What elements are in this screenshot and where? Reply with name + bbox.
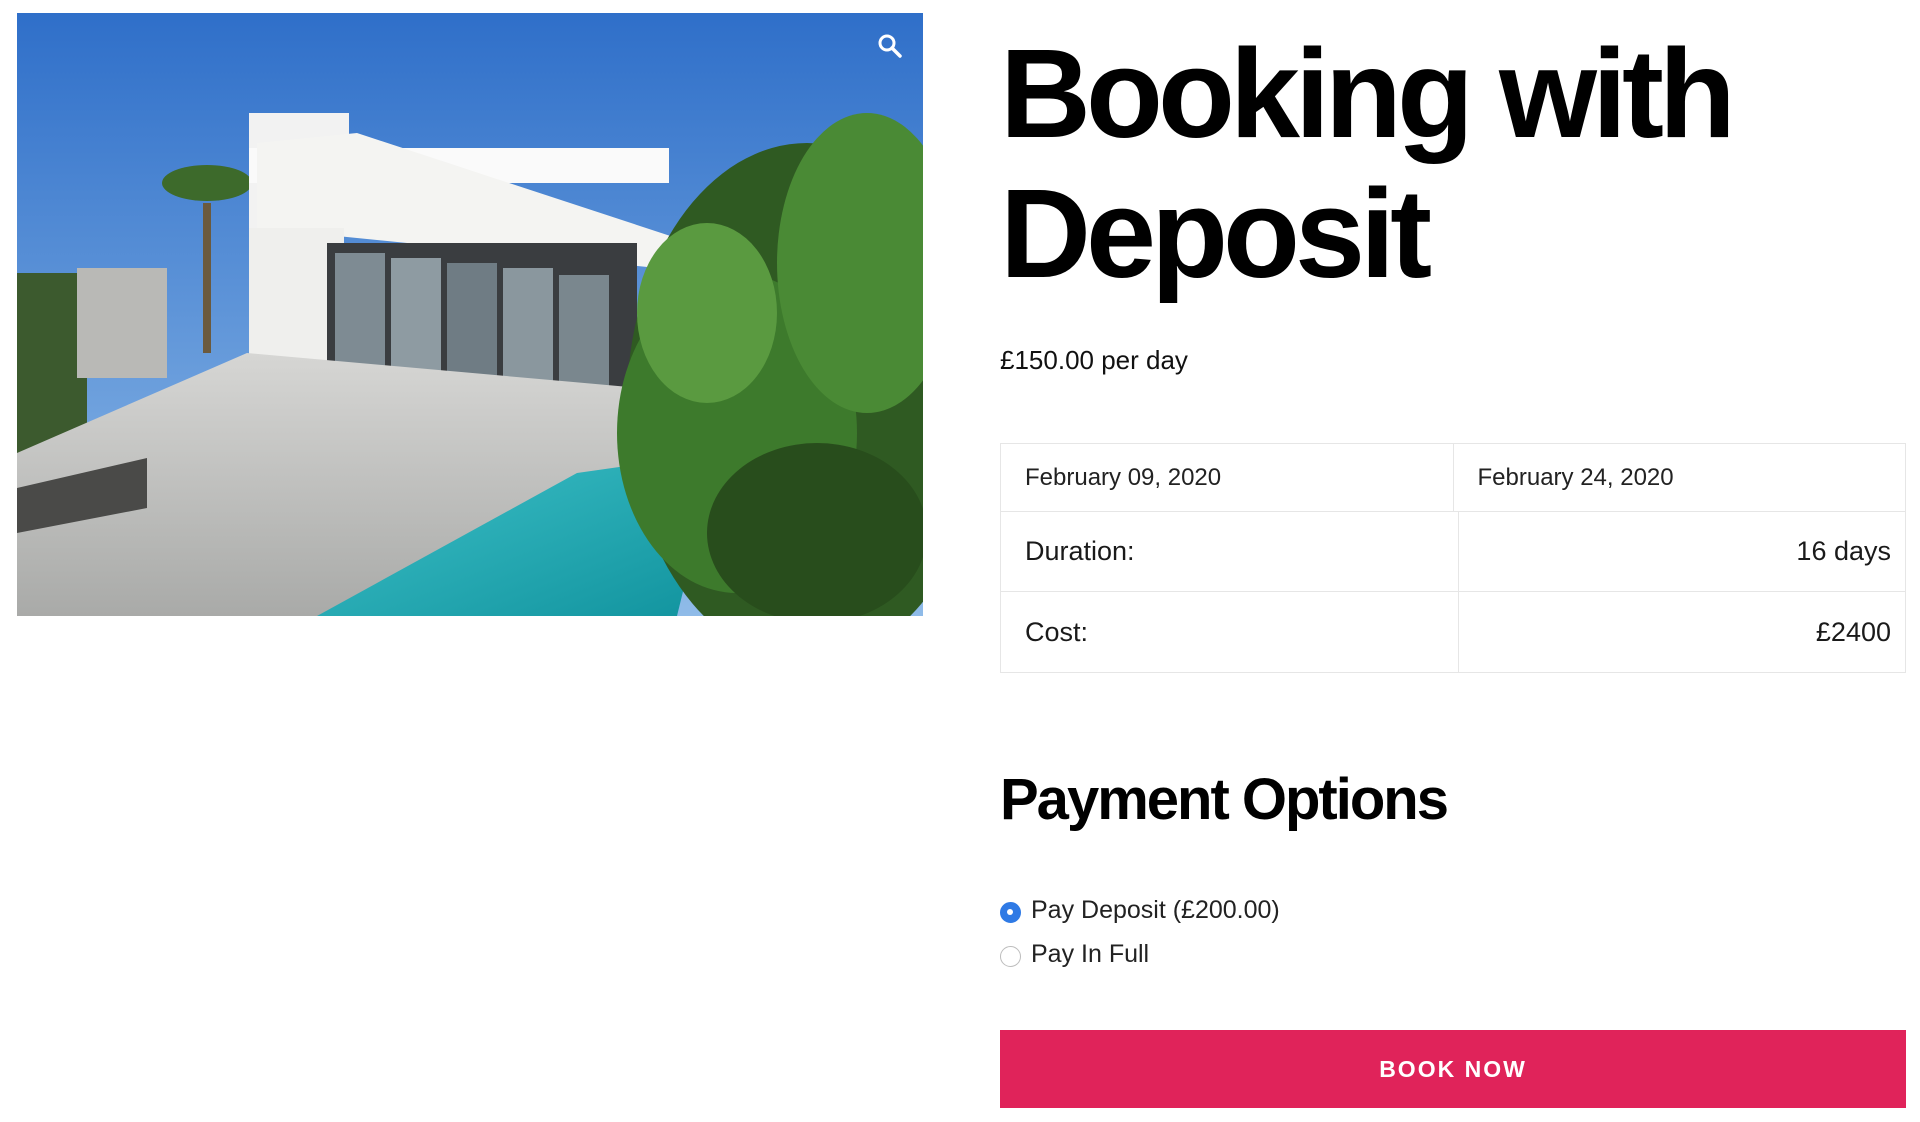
cost-label: Cost:: [1025, 616, 1089, 647]
cost-row: Cost: £2400: [1001, 592, 1905, 672]
payment-options-title: Payment Options: [1000, 767, 1449, 832]
pay-in-full-radio[interactable]: [1000, 945, 1021, 967]
magnifier-icon[interactable]: [875, 31, 905, 61]
book-now-button[interactable]: BOOK NOW: [1000, 1030, 1906, 1108]
pay-deposit-radio[interactable]: [1000, 901, 1021, 923]
booking-dates-row: February 09, 2020 February 24, 2020: [1001, 444, 1905, 512]
end-date[interactable]: February 24, 2020: [1452, 444, 1906, 511]
duration-row: Duration: 16 days: [1001, 512, 1905, 592]
product-image[interactable]: [17, 13, 923, 616]
product-title: Booking with Deposit: [1000, 23, 1736, 304]
product-price: £150.00 per day: [1000, 345, 1188, 375]
duration-value: 16 days: [1457, 512, 1906, 591]
booking-details-table: February 09, 2020 February 24, 2020 Dura…: [1000, 443, 1906, 673]
payment-options-group: Pay Deposit (£200.00) Pay In Full: [1000, 888, 1280, 976]
pay-deposit-label: Pay Deposit (£200.00): [1031, 895, 1280, 924]
start-date[interactable]: February 09, 2020: [1001, 444, 1453, 511]
pay-in-full-option[interactable]: Pay In Full: [1000, 932, 1280, 976]
villa-photo: [17, 13, 923, 616]
pay-deposit-option[interactable]: Pay Deposit (£200.00): [1000, 888, 1280, 932]
cost-value: £2400: [1457, 592, 1906, 672]
pay-in-full-label: Pay In Full: [1031, 939, 1150, 968]
duration-label: Duration:: [1025, 536, 1135, 566]
